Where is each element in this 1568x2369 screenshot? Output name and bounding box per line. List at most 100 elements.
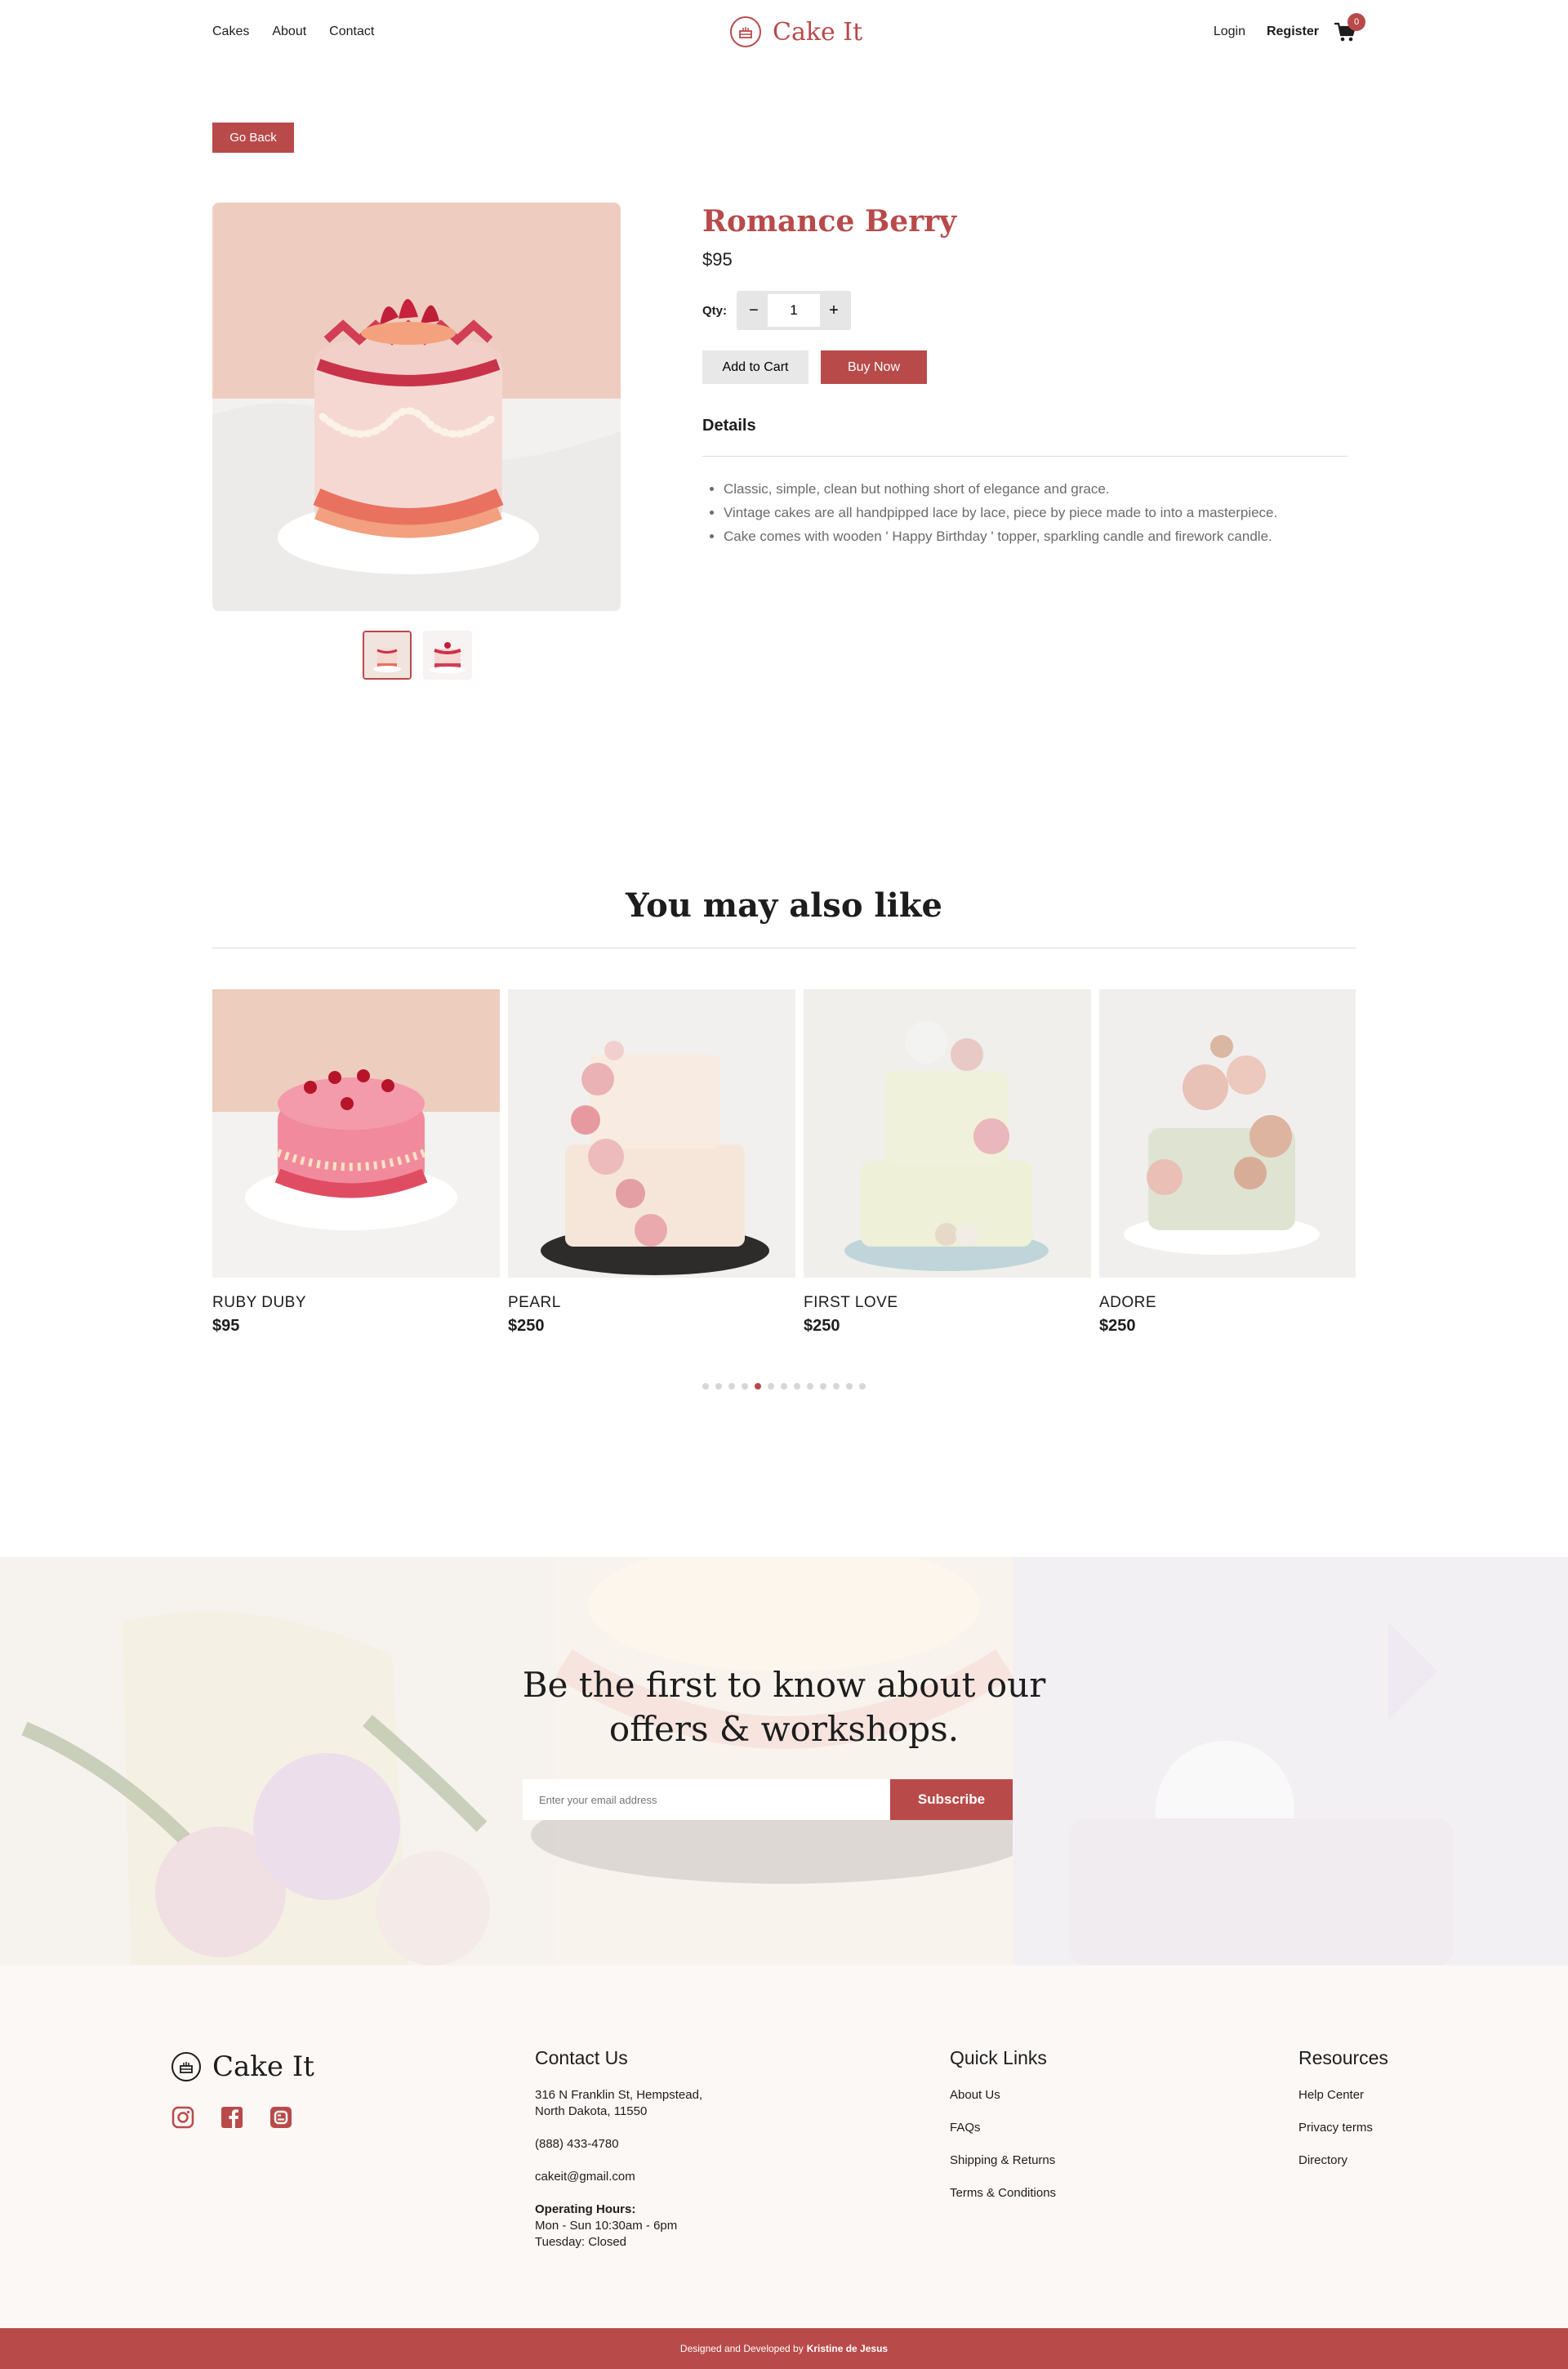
footer-link-directory[interactable]: Directory: [1298, 2153, 1388, 2169]
newsletter-section: Be the first to know about our offers & …: [0, 1557, 1568, 1965]
quantity-label: Qty:: [702, 304, 727, 318]
product-card-ruby-duby[interactable]: RUBY DUBY $95: [212, 989, 500, 1336]
quantity-stepper: − +: [737, 291, 851, 330]
credit-prefix: Designed and Developed by: [679, 2343, 804, 2354]
carousel-dot[interactable]: [781, 1383, 787, 1390]
carousel-dots: [702, 1383, 866, 1390]
go-back-button[interactable]: Go Back: [212, 123, 294, 153]
details-item: Cake comes with wooden ' Happy Birthday …: [724, 524, 1277, 548]
product-card-pearl[interactable]: PEARL $250: [508, 989, 795, 1336]
product-price: $95: [702, 249, 733, 270]
product-card-image: [212, 989, 500, 1278]
details-item: Vintage cakes are all handpipped lace by…: [724, 501, 1277, 524]
newsletter-title-line1: Be the first to know about our: [522, 1665, 1046, 1705]
footer-credit-bar: Designed and Developed by Kristine de Je…: [0, 2328, 1568, 2369]
product-card-price: $250: [508, 1317, 545, 1335]
credit-author-link[interactable]: Kristine de Jesus: [807, 2343, 888, 2354]
product-card-image: [804, 989, 1091, 1278]
footer-contact-column: Contact Us 316 N Franklin St, Hempstead,…: [535, 2047, 702, 2251]
product-thumbnail-1[interactable]: [363, 631, 412, 680]
footer-resources-heading: Resources: [1298, 2047, 1388, 2068]
product-card-first-love[interactable]: FIRST LOVE $250: [804, 989, 1091, 1336]
instagram-icon[interactable]: [172, 2106, 194, 2133]
main-nav: Cakes About Contact: [212, 25, 374, 39]
also-like-title: You may also like: [626, 886, 942, 925]
carousel-dot[interactable]: [715, 1383, 722, 1390]
login-link[interactable]: Login: [1214, 25, 1245, 39]
footer-hours-line2: Tuesday: Closed: [535, 2235, 627, 2249]
quantity-decrease-button[interactable]: −: [740, 294, 768, 327]
footer-resources-column: Resources Help Center Privacy terms Dire…: [1298, 2047, 1388, 2185]
footer-link-faqs[interactable]: FAQs: [950, 2120, 1056, 2136]
cake-icon: [730, 16, 761, 47]
footer-contact-heading: Contact Us: [535, 2047, 628, 2068]
brand-name: Cake It: [773, 17, 863, 47]
footer-hours-label: Operating Hours:: [535, 2202, 636, 2216]
carousel-dot[interactable]: [833, 1383, 840, 1390]
footer-link-terms-conditions[interactable]: Terms & Conditions: [950, 2185, 1056, 2202]
carousel-dot[interactable]: [728, 1383, 735, 1390]
footer-email: cakeit@gmail.com: [535, 2170, 635, 2184]
site-footer: Cake It Contact Us 316 N Franklin St, He…: [0, 1965, 1568, 2328]
blogger-icon[interactable]: [270, 2106, 292, 2133]
brand-logo-link[interactable]: Cake It: [730, 16, 862, 47]
details-item: Classic, simple, clean but nothing short…: [724, 477, 1277, 501]
site-header: Cakes About Contact Cake It Login Regist…: [0, 0, 1568, 65]
footer-link-shipping-returns[interactable]: Shipping & Returns: [950, 2153, 1056, 2169]
footer-link-about-us[interactable]: About Us: [950, 2087, 1056, 2104]
carousel-dot[interactable]: [820, 1383, 826, 1390]
footer-brand-name: Cake It: [212, 2050, 314, 2083]
carousel-dot[interactable]: [768, 1383, 774, 1390]
footer-quick-links-column: Quick Links About Us FAQs Shipping & Ret…: [950, 2047, 1056, 2218]
carousel-dot[interactable]: [702, 1383, 709, 1390]
account-nav: Login Register: [1214, 25, 1319, 39]
carousel-dot[interactable]: [794, 1383, 800, 1390]
product-card-image: [1099, 989, 1356, 1278]
footer-hours-line1: Mon - Sun 10:30am - 6pm: [535, 2219, 678, 2233]
product-thumbnail-2[interactable]: [423, 631, 472, 680]
footer-link-help-center[interactable]: Help Center: [1298, 2087, 1388, 2104]
product-card-image: [508, 989, 795, 1278]
product-card-adore[interactable]: ADORE $250: [1099, 989, 1356, 1336]
product-card-name: RUBY DUBY: [212, 1294, 307, 1311]
newsletter-email-input[interactable]: [523, 1779, 890, 1820]
footer-address-line1: 316 N Franklin St, Hempstead,: [535, 2088, 703, 2102]
carousel-dot[interactable]: [807, 1383, 813, 1390]
footer-quick-links-heading: Quick Links: [950, 2047, 1047, 2068]
cake-icon: [172, 2052, 201, 2081]
product-card-name: PEARL: [508, 1294, 561, 1311]
product-card-price: $250: [804, 1317, 840, 1335]
nav-about-link[interactable]: About: [272, 25, 306, 39]
register-link[interactable]: Register: [1267, 25, 1319, 39]
quantity-input[interactable]: [768, 294, 820, 327]
nav-cakes-link[interactable]: Cakes: [212, 25, 249, 39]
product-title: Romance Berry: [702, 204, 957, 239]
carousel-dot[interactable]: [846, 1383, 853, 1390]
product-card-name: FIRST LOVE: [804, 1294, 898, 1311]
carousel-dot[interactable]: [755, 1383, 761, 1390]
details-divider: [702, 456, 1348, 457]
newsletter-title: Be the first to know about our offers & …: [0, 1663, 1568, 1751]
newsletter-title-line2: offers & workshops.: [608, 1709, 960, 1749]
cart-count-badge: 0: [1348, 13, 1365, 31]
product-main-image: [212, 203, 621, 611]
details-heading: Details: [702, 417, 756, 435]
buy-now-button[interactable]: Buy Now: [821, 350, 927, 384]
footer-link-privacy-terms[interactable]: Privacy terms: [1298, 2120, 1388, 2136]
footer-brand[interactable]: Cake It: [172, 2050, 314, 2083]
footer-phone: (888) 433-4780: [535, 2137, 619, 2151]
product-card-price: $95: [212, 1317, 240, 1335]
newsletter-background-image: [0, 1557, 1568, 1965]
quantity-increase-button[interactable]: +: [820, 294, 848, 327]
product-card-price: $250: [1099, 1317, 1136, 1335]
facebook-icon[interactable]: [220, 2106, 243, 2133]
nav-contact-link[interactable]: Contact: [329, 25, 374, 39]
social-links: [172, 2106, 292, 2133]
footer-address-line2: North Dakota, 11550: [535, 2104, 648, 2118]
subscribe-button[interactable]: Subscribe: [890, 1779, 1013, 1820]
carousel-dot[interactable]: [859, 1383, 866, 1390]
carousel-dot[interactable]: [742, 1383, 748, 1390]
details-list: Classic, simple, clean but nothing short…: [724, 477, 1277, 548]
product-card-name: ADORE: [1099, 1294, 1157, 1311]
add-to-cart-button[interactable]: Add to Cart: [702, 350, 808, 384]
